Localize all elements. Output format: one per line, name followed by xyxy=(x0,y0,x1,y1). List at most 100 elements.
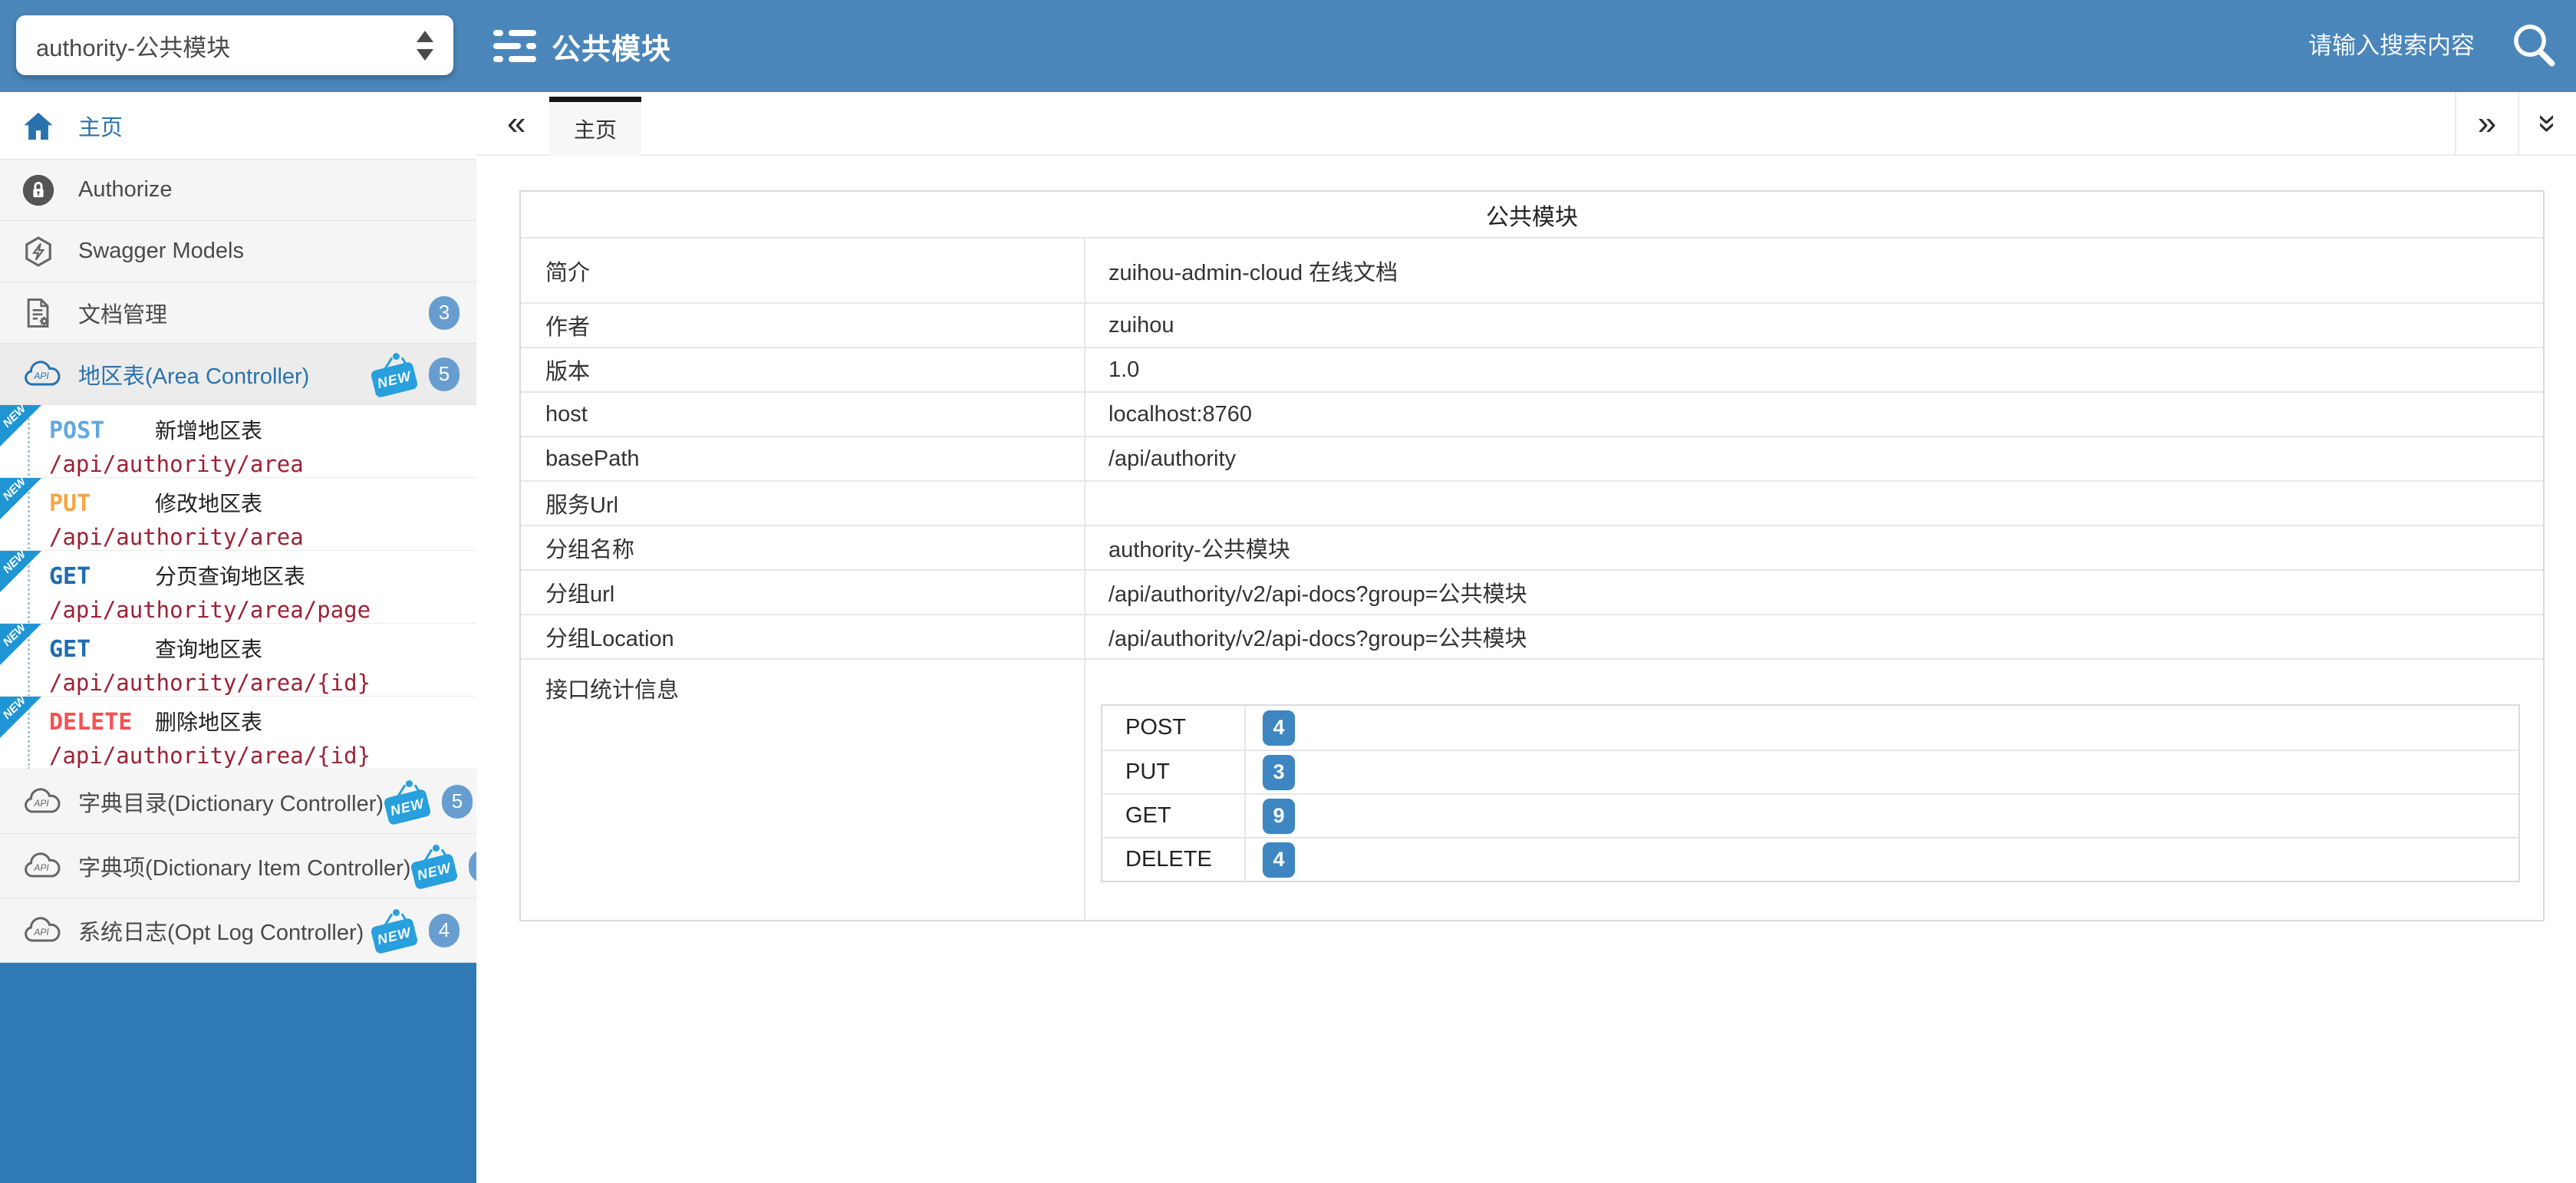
sidebar-controller-dictionary-item[interactable]: API 字典项(Dictionary Item Controller) NEW … xyxy=(0,834,476,898)
row-label: 简介 xyxy=(521,239,1085,302)
sidebar-controller-area[interactable]: API 地区表(Area Controller) NEW 5 xyxy=(0,344,476,405)
http-method: DELETE xyxy=(49,709,137,736)
new-ribbon-icon: NEW xyxy=(0,405,41,447)
api-item-page-area[interactable]: NEW GET 分页查询地区表 /api/authority/area/page xyxy=(0,551,476,624)
cloud-api-icon: API xyxy=(21,851,66,881)
row-label: 接口统计信息 xyxy=(521,660,1085,920)
api-name: 查询地区表 xyxy=(155,633,262,664)
document-gear-icon xyxy=(21,296,66,330)
search-input[interactable] xyxy=(2146,31,2476,61)
cloud-api-icon: API xyxy=(21,786,66,817)
sidebar-controller-dictionary[interactable]: API 字典目录(Dictionary Controller) NEW 5 xyxy=(0,769,476,834)
table-row: 服务Url xyxy=(521,480,2543,525)
new-tag-icon: NEW xyxy=(371,353,420,396)
row-value: zuihou xyxy=(1085,304,2543,347)
row-value: 1.0 xyxy=(1085,348,2543,391)
api-path: /api/authority/area xyxy=(49,451,476,477)
table-row: 分组url /api/authority/v2/api-docs?group=公… xyxy=(521,569,2543,614)
controller-count-badge: 5 xyxy=(442,785,473,819)
svg-text:API: API xyxy=(33,862,49,873)
api-path: /api/authority/area/{id} xyxy=(49,743,476,769)
sidebar-item-authorize[interactable]: Authorize xyxy=(0,160,476,221)
hexagon-model-icon xyxy=(21,235,66,269)
stats-method: POST xyxy=(1102,706,1246,750)
tabs-scroll-right-icon[interactable]: » xyxy=(2455,92,2519,154)
row-value xyxy=(1085,482,2543,525)
api-path: /api/authority/area/{id} xyxy=(49,670,476,696)
sidebar-item-home[interactable]: 主页 xyxy=(0,92,476,160)
api-name: 修改地区表 xyxy=(155,487,262,518)
http-method: PUT xyxy=(49,490,137,517)
tab-home[interactable]: 主页 xyxy=(549,97,641,156)
stats-count-badge: 4 xyxy=(1263,710,1295,746)
row-value: zuihou-admin-cloud 在线文档 xyxy=(1085,239,2543,302)
row-label: 分组名称 xyxy=(521,526,1085,569)
http-method: POST xyxy=(49,417,137,444)
row-value: localhost:8760 xyxy=(1085,393,2543,436)
api-path: /api/authority/area/page xyxy=(49,597,476,623)
api-list: NEW POST 新增地区表 /api/authority/area NEW P… xyxy=(0,405,476,769)
stats-count-badge: 9 xyxy=(1263,799,1295,834)
sidebar-item-label: Swagger Models xyxy=(78,239,244,264)
doc-manage-count-badge: 3 xyxy=(429,296,460,330)
tab-bar: « 主页 » » xyxy=(476,92,2576,156)
http-method: GET xyxy=(49,636,137,663)
row-label: 服务Url xyxy=(521,482,1085,525)
group-select[interactable]: authority-公共模块 xyxy=(16,15,453,75)
menu-filter-icon xyxy=(493,30,536,62)
group-select-value: authority-公共模块 xyxy=(36,28,230,63)
cloud-api-icon: API xyxy=(21,915,66,946)
table-row: 版本 1.0 xyxy=(521,347,2543,391)
http-method: GET xyxy=(49,563,137,590)
sidebar-item-swagger-models[interactable]: Swagger Models xyxy=(0,221,476,282)
api-name: 分页查询地区表 xyxy=(155,560,305,591)
sidebar-controller-opt-log[interactable]: API 系统日志(Opt Log Controller) NEW 4 xyxy=(0,898,476,963)
table-row: basePath /api/authority xyxy=(521,436,2543,480)
row-value: /api/authority xyxy=(1085,437,2543,480)
module-info-table: 公共模块 简介 zuihou-admin-cloud 在线文档 作者 zuiho… xyxy=(519,190,2545,921)
new-ribbon-icon: NEW xyxy=(0,697,41,738)
stats-row: DELETE 4 xyxy=(1102,837,2518,881)
row-label: 分组Location xyxy=(521,615,1085,658)
row-value: /api/authority/v2/api-docs?group=公共模块 xyxy=(1085,571,2543,614)
svg-text:API: API xyxy=(33,371,49,381)
row-value: authority-公共模块 xyxy=(1085,526,2543,569)
table-row-stats: 接口统计信息 POST 4 PUT 3 GET 9 xyxy=(521,658,2543,920)
api-item-add-area[interactable]: NEW POST 新增地区表 /api/authority/area xyxy=(0,405,476,478)
tabs-collapse-all-icon[interactable]: » xyxy=(2521,92,2576,154)
api-item-delete-area[interactable]: NEW DELETE 删除地区表 /api/authority/area/{id… xyxy=(0,697,476,769)
top-navbar: authority-公共模块 公共模块 xyxy=(0,0,2576,92)
api-name: 删除地区表 xyxy=(155,706,262,736)
api-item-edit-area[interactable]: NEW PUT 修改地区表 /api/authority/area xyxy=(0,478,476,551)
sidebar-filler xyxy=(0,963,476,1183)
module-title: 公共模块 xyxy=(521,192,2543,237)
search-area xyxy=(2146,0,2559,92)
new-ribbon-icon: NEW xyxy=(0,551,41,592)
controller-name: 地区表(Area Controller) xyxy=(78,358,309,390)
row-label: 版本 xyxy=(521,348,1085,391)
table-row: 分组名称 authority-公共模块 xyxy=(521,525,2543,569)
cloud-api-icon: API xyxy=(21,359,66,390)
table-row: host localhost:8760 xyxy=(521,391,2543,436)
sidebar-item-label: 文档管理 xyxy=(78,297,167,329)
search-icon[interactable] xyxy=(2508,19,2559,74)
sidebar-item-doc-manage[interactable]: 文档管理 3 xyxy=(0,282,476,344)
api-item-get-area[interactable]: NEW GET 查询地区表 /api/authority/area/{id} xyxy=(0,624,476,697)
row-label: 作者 xyxy=(521,304,1085,347)
sidebar: 主页 Authorize Swagger Models xyxy=(0,92,476,1183)
tabs-scroll-left-icon[interactable]: « xyxy=(507,92,525,154)
brand: 公共模块 xyxy=(493,0,671,92)
api-stats-table: POST 4 PUT 3 GET 9 DELETE 4 xyxy=(1101,704,2520,882)
stats-method: PUT xyxy=(1102,751,1246,793)
api-path: /api/authority/area xyxy=(49,524,476,550)
stats-method: DELETE xyxy=(1102,839,1246,881)
controller-name: 字典项(Dictionary Item Controller) xyxy=(78,850,410,882)
stats-row: POST 4 xyxy=(1102,706,2518,750)
sidebar-item-label: Authorize xyxy=(78,177,173,203)
sidebar-item-label: 主页 xyxy=(78,110,123,142)
controller-name: 字典目录(Dictionary Controller) xyxy=(78,786,384,818)
row-label: 分组url xyxy=(521,571,1085,614)
stats-count-badge: 4 xyxy=(1263,842,1295,878)
controller-count-badge: 5 xyxy=(429,358,460,391)
new-tag-icon: NEW xyxy=(410,845,460,888)
